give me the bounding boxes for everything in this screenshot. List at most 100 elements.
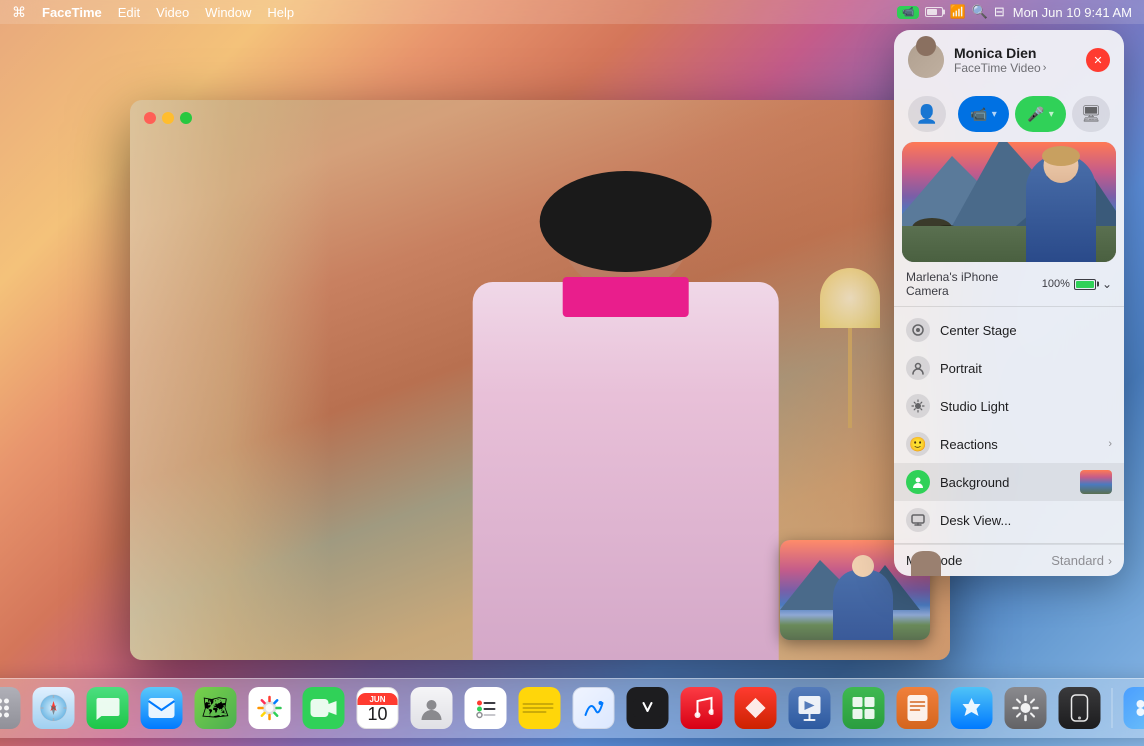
safari-icon bbox=[33, 687, 75, 729]
app-name[interactable]: FaceTime bbox=[42, 5, 102, 20]
controlcenter-icon bbox=[1124, 687, 1144, 729]
camera-name: Marlena's iPhone Camera bbox=[906, 270, 1036, 298]
dock-item-facetime[interactable] bbox=[300, 684, 348, 732]
battery-indicator: 100% bbox=[1042, 278, 1096, 290]
desk-view-label: Desk View... bbox=[940, 513, 1112, 528]
contact-header: Monica Dien FaceTime Video › ✕ bbox=[894, 30, 1124, 90]
dock: 🗺 bbox=[0, 678, 1144, 738]
contact-info: Monica Dien FaceTime Video › bbox=[954, 45, 1076, 76]
dock-item-keynote[interactable] bbox=[786, 684, 834, 732]
calendar-icon: JUN 10 bbox=[357, 687, 399, 729]
traffic-lights bbox=[144, 112, 192, 124]
dock-item-mail[interactable] bbox=[138, 684, 186, 732]
video-menu[interactable]: Video bbox=[156, 5, 189, 20]
dock-item-controlcenter[interactable] bbox=[1121, 684, 1144, 732]
maximize-button[interactable] bbox=[180, 112, 192, 124]
contacts-icon bbox=[411, 687, 453, 729]
portrait-item[interactable]: Portrait bbox=[894, 349, 1124, 387]
dock-item-pages[interactable] bbox=[894, 684, 942, 732]
dock-item-safari[interactable] bbox=[30, 684, 78, 732]
video-chevron: ▾ bbox=[992, 109, 997, 120]
notes-icon bbox=[519, 687, 561, 729]
minimize-button[interactable] bbox=[162, 112, 174, 124]
control-panel: Monica Dien FaceTime Video › ✕ 👤 📹 ▾ 🎤 ▾… bbox=[894, 30, 1124, 576]
close-button[interactable] bbox=[144, 112, 156, 124]
dock-item-reminders[interactable] bbox=[462, 684, 510, 732]
control-center-icon[interactable]: ⊟ bbox=[994, 4, 1005, 20]
dock-separator bbox=[1112, 688, 1113, 728]
studio-light-item[interactable]: Studio Light bbox=[894, 387, 1124, 425]
wifi-icon: 📶 bbox=[949, 4, 965, 20]
reactions-icon: 🙂 bbox=[906, 432, 930, 456]
edit-menu[interactable]: Edit bbox=[118, 5, 140, 20]
appletv-icon bbox=[627, 687, 669, 729]
freeform-icon bbox=[573, 687, 615, 729]
video-icon: 📹 bbox=[970, 106, 987, 123]
dock-item-freeform[interactable] bbox=[570, 684, 618, 732]
recording-indicator: 📹 bbox=[897, 6, 919, 19]
dock-item-notes[interactable] bbox=[516, 684, 564, 732]
studio-light-label: Studio Light bbox=[940, 399, 1112, 414]
battery-bar bbox=[1074, 279, 1096, 290]
dock-item-iphone[interactable] bbox=[1056, 684, 1104, 732]
window-menu[interactable]: Window bbox=[205, 5, 251, 20]
messages-icon bbox=[87, 687, 129, 729]
subtitle-chevron: › bbox=[1043, 62, 1047, 74]
reactions-label: Reactions bbox=[940, 437, 1098, 452]
dock-item-messages[interactable] bbox=[84, 684, 132, 732]
close-panel-button[interactable]: ✕ bbox=[1086, 48, 1110, 72]
studio-light-icon bbox=[906, 394, 930, 418]
dock-item-launchpad[interactable] bbox=[0, 684, 24, 732]
mic-icon: 🎤 bbox=[1027, 106, 1044, 123]
dock-item-contacts[interactable] bbox=[408, 684, 456, 732]
dock-item-appletv[interactable] bbox=[624, 684, 672, 732]
keynote-icon bbox=[789, 687, 831, 729]
dock-item-systemprefs[interactable] bbox=[1002, 684, 1050, 732]
menubar: ⌘ FaceTime Edit Video Window Help 📹 📶 🔍 bbox=[0, 0, 1144, 24]
center-stage-label: Center Stage bbox=[940, 323, 1112, 338]
dock-item-music[interactable] bbox=[678, 684, 726, 732]
battery-icon bbox=[925, 7, 943, 17]
menu-items: Center Stage Portrait Studio Light bbox=[894, 307, 1124, 543]
lamp bbox=[810, 268, 890, 468]
search-icon[interactable]: 🔍 bbox=[972, 4, 988, 20]
news-icon bbox=[735, 687, 777, 729]
reactions-item[interactable]: 🙂 Reactions › bbox=[894, 425, 1124, 463]
dock-item-calendar[interactable]: JUN 10 bbox=[354, 684, 402, 732]
appstore-icon bbox=[951, 687, 993, 729]
dock-item-photos[interactable] bbox=[246, 684, 294, 732]
reminders-icon bbox=[465, 687, 507, 729]
photos-icon bbox=[249, 687, 291, 729]
video-button[interactable]: 📹 ▾ bbox=[958, 96, 1009, 132]
mic-mode-value: Standard bbox=[1051, 553, 1104, 568]
contact-subtitle: FaceTime Video › bbox=[954, 61, 1076, 75]
screen-share-button[interactable]: 🖥 bbox=[1072, 96, 1110, 132]
background-item[interactable]: Background bbox=[894, 463, 1124, 501]
dock-item-maps[interactable]: 🗺 bbox=[192, 684, 240, 732]
mic-button[interactable]: 🎤 ▾ bbox=[1015, 96, 1066, 132]
systemprefs-icon bbox=[1005, 687, 1047, 729]
center-stage-item[interactable]: Center Stage bbox=[894, 311, 1124, 349]
mic-chevron: ▾ bbox=[1049, 109, 1054, 120]
facetime-app-icon bbox=[303, 687, 345, 729]
camera-preview bbox=[902, 142, 1116, 262]
background-thumbnail bbox=[1080, 470, 1112, 494]
dock-item-numbers[interactable] bbox=[840, 684, 888, 732]
contact-button[interactable]: 👤 bbox=[908, 96, 946, 132]
screen-icon: 🖥 bbox=[1081, 104, 1101, 124]
desk-view-icon bbox=[906, 508, 930, 532]
help-menu[interactable]: Help bbox=[267, 5, 294, 20]
apple-menu[interactable]: ⌘ bbox=[12, 4, 26, 21]
maps-icon: 🗺 bbox=[195, 687, 237, 729]
camera-expand-button[interactable]: ⌄ bbox=[1102, 277, 1112, 291]
status-icons: 📹 📶 🔍 ⊟ bbox=[897, 4, 1005, 20]
mail-icon bbox=[141, 687, 183, 729]
dock-item-news[interactable] bbox=[732, 684, 780, 732]
desk-view-item[interactable]: Desk View... bbox=[894, 501, 1124, 539]
iphone-icon bbox=[1059, 687, 1101, 729]
control-buttons-row: 👤 📹 ▾ 🎤 ▾ 🖥 bbox=[894, 90, 1124, 142]
center-stage-icon bbox=[906, 318, 930, 342]
dock-item-appstore[interactable] bbox=[948, 684, 996, 732]
music-icon bbox=[681, 687, 723, 729]
menubar-time: Mon Jun 10 9:41 AM bbox=[1013, 5, 1132, 20]
